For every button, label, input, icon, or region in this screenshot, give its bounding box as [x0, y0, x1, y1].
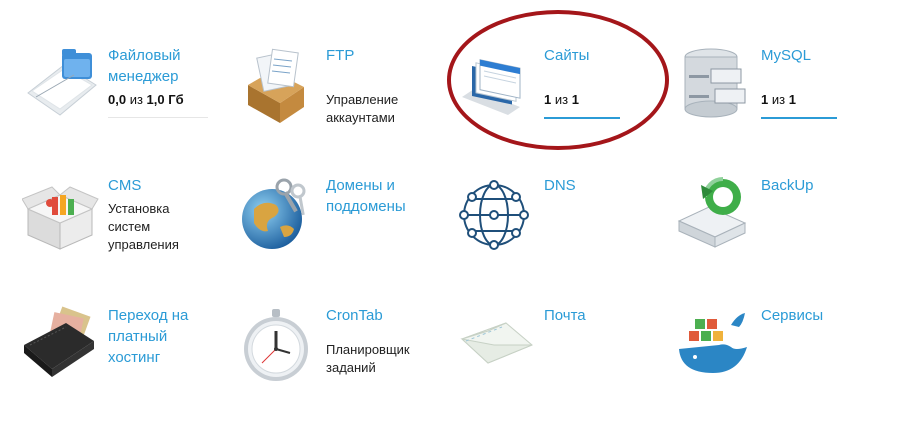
tile-paid-hosting[interactable]: Переход на платный хостинг [22, 305, 232, 425]
whale-containers-icon [675, 305, 753, 383]
tile-mail[interactable]: Почта [458, 305, 668, 425]
tile-description: Установка систем управления [108, 201, 179, 252]
tile-backup[interactable]: BackUp [675, 175, 885, 295]
tile-dns[interactable]: DNS [458, 175, 668, 295]
tile-title[interactable]: CMS [108, 175, 228, 196]
tile-title[interactable]: DNS [544, 175, 664, 196]
tile-title[interactable]: Почта [544, 305, 664, 326]
tile-services[interactable]: Сервисы [675, 305, 885, 425]
tile-domains[interactable]: Домены и поддомены [240, 175, 450, 295]
usage-bar [761, 117, 837, 119]
tile-description: Планировщик заданий [326, 342, 410, 375]
tile-title[interactable]: BackUp [761, 175, 881, 196]
usage-bar-fill [544, 117, 620, 119]
tile-ftp[interactable]: FTP Управление аккаунтами [240, 45, 450, 165]
tile-file-manager[interactable]: Файловый менеджер 0,0 из 1,0 Гб [22, 45, 232, 165]
envelope-icon [458, 305, 536, 383]
tile-title[interactable]: FTP [326, 45, 446, 66]
usage-counter: 1 из 1 [544, 92, 579, 107]
usage-bar [544, 117, 620, 119]
tile-description: Управление аккаунтами [326, 92, 399, 125]
wallet-icon [22, 305, 100, 383]
tile-cms[interactable]: CMS Установка систем управления [21, 175, 232, 295]
control-panel-grid: Файловый менеджер 0,0 из 1,0 Гб FTP Упра… [0, 0, 900, 440]
tile-title[interactable]: MySQL [761, 45, 881, 66]
globe-keys-icon [240, 175, 318, 253]
tile-mysql[interactable]: MySQL 1 из 1 [675, 45, 885, 165]
usage-bar [108, 117, 208, 118]
clock-icon [240, 305, 318, 383]
tile-title[interactable]: CronTab [326, 305, 446, 326]
usage-bar-fill [761, 117, 837, 119]
network-icon [458, 175, 536, 253]
tile-title[interactable]: Сервисы [761, 305, 881, 326]
tile-crontab[interactable]: CronTab Планировщик заданий [240, 305, 450, 425]
backup-drive-icon [675, 175, 753, 253]
tile-title[interactable]: Переход на платный хостинг [108, 305, 228, 368]
ftp-box-icon [240, 45, 318, 123]
folder-icon [22, 45, 100, 123]
tile-title[interactable]: Сайты [544, 45, 664, 66]
sites-stack-icon [458, 45, 536, 123]
usage-counter: 0,0 из 1,0 Гб [108, 92, 184, 107]
tile-title[interactable]: Файловый менеджер [108, 45, 228, 87]
database-icon [675, 45, 753, 123]
package-box-icon [21, 175, 100, 253]
tile-sites[interactable]: Сайты 1 из 1 [458, 45, 668, 165]
tile-title[interactable]: Домены и поддомены [326, 175, 446, 217]
usage-counter: 1 из 1 [761, 92, 796, 107]
